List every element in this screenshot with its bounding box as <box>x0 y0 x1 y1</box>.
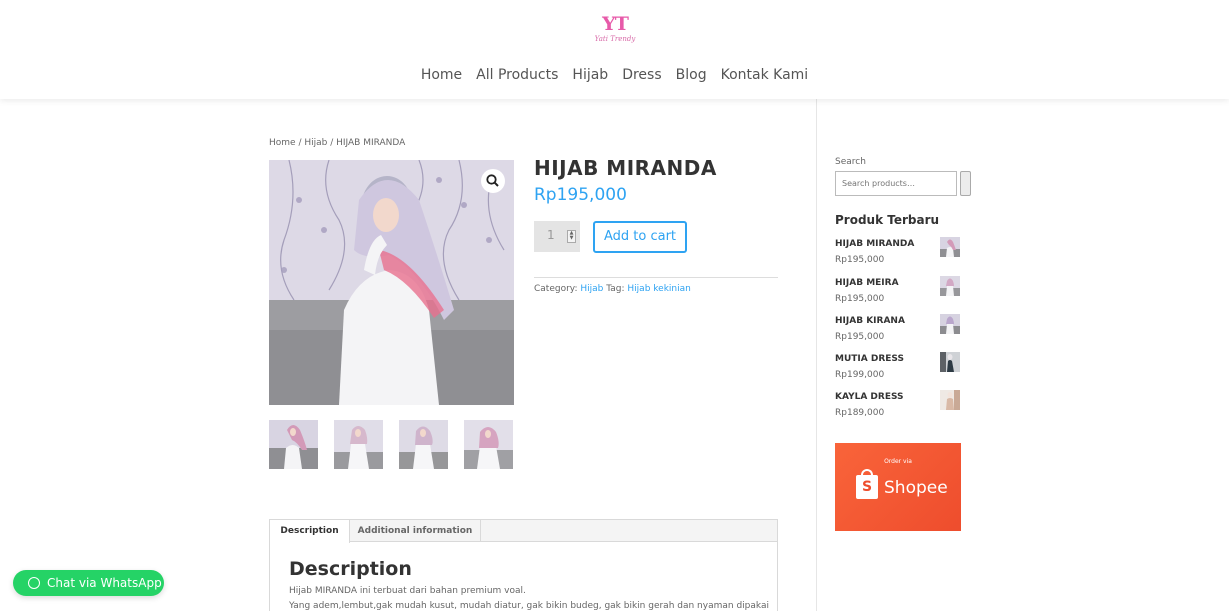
gallery-thumbnail[interactable] <box>269 420 318 469</box>
description-text: Yang adem,lembut,gak mudah kusut, mudah … <box>289 601 769 611</box>
tab-description[interactable]: Description <box>270 520 350 543</box>
thumbnail-image <box>399 420 448 469</box>
recent-product-thumbnail[interactable] <box>940 276 960 296</box>
shopee-wordmark: Shopee <box>884 478 948 498</box>
quantity-value: 1 <box>547 228 555 242</box>
search-button[interactable] <box>960 171 971 196</box>
nav-blog[interactable]: Blog <box>676 64 707 86</box>
recent-product-thumbnail[interactable] <box>940 314 960 334</box>
tab-additional-information[interactable]: Additional information <box>350 520 481 542</box>
recent-product-thumbnail[interactable] <box>940 352 960 372</box>
thumbnail-image <box>940 237 960 257</box>
recent-product-name[interactable]: HIJAB MIRANDA <box>835 239 914 249</box>
recent-product-price: Rp199,000 <box>835 370 885 380</box>
whatsapp-label: Chat via WhatsApp <box>47 576 162 590</box>
logo-subtitle: Yati Trendy <box>594 35 636 43</box>
nav-hijab[interactable]: Hijab <box>572 64 608 86</box>
recent-product-item[interactable]: KAYLA DRESS Rp189,000 <box>835 390 961 426</box>
nav-home[interactable]: Home <box>421 64 462 86</box>
whatsapp-icon <box>28 577 40 589</box>
summary-divider <box>534 277 778 278</box>
description-heading: Description <box>289 558 412 580</box>
product-photo <box>269 160 514 405</box>
description-text: Hijab MIRANDA ini terbuat dari bahan pre… <box>289 586 526 596</box>
product-price: Rp195,000 <box>534 185 627 205</box>
magnifier-icon[interactable] <box>481 169 505 193</box>
thumbnail-image <box>940 390 960 410</box>
main-nav: Home All Products Hijab Dress Blog Konta… <box>0 64 1229 86</box>
nav-all-products[interactable]: All Products <box>476 64 558 86</box>
tag-link[interactable]: Hijab kekinian <box>627 284 690 294</box>
recent-product-price: Rp189,000 <box>835 408 885 418</box>
breadcrumb[interactable]: Home / Hijab / HIJAB MIRANDA <box>269 138 405 148</box>
tag-label: Tag: <box>606 284 625 294</box>
gallery-thumbnail[interactable] <box>334 420 383 469</box>
site-logo[interactable]: YT Yati Trendy <box>594 14 636 48</box>
shopee-order-via: Order via <box>884 458 912 465</box>
product-title: HIJAB MIRANDA <box>534 156 717 180</box>
recent-product-name[interactable]: HIJAB MEIRA <box>835 278 899 288</box>
recent-product-price: Rp195,000 <box>835 294 885 304</box>
add-to-cart-button[interactable]: Add to cart <box>593 221 687 253</box>
shopee-s-glyph: S <box>861 479 873 495</box>
recent-product-name[interactable]: KAYLA DRESS <box>835 392 904 402</box>
recent-product-name[interactable]: MUTIA DRESS <box>835 354 904 364</box>
recent-product-price: Rp195,000 <box>835 332 885 342</box>
recent-products-title: Produk Terbaru <box>835 213 940 227</box>
thumbnail-image <box>940 276 960 296</box>
recent-product-item[interactable]: HIJAB KIRANA Rp195,000 <box>835 314 961 350</box>
recent-product-item[interactable]: HIJAB MIRANDA Rp195,000 <box>835 237 961 273</box>
nav-kontak-kami[interactable]: Kontak Kami <box>721 64 809 86</box>
thumbnail-image <box>940 352 960 372</box>
zoom-icon-glyph <box>486 174 499 187</box>
thumbnail-image <box>269 420 318 469</box>
recent-product-name[interactable]: HIJAB KIRANA <box>835 316 905 326</box>
logo-mark: YT <box>602 13 629 35</box>
recent-product-item[interactable]: MUTIA DRESS Rp199,000 <box>835 352 961 388</box>
search-input[interactable] <box>835 171 957 196</box>
product-meta: Category: Hijab Tag: Hijab kekinian <box>534 284 691 294</box>
nav-dress[interactable]: Dress <box>622 64 661 86</box>
thumbnail-image <box>464 420 513 469</box>
recent-product-price: Rp195,000 <box>835 255 885 265</box>
category-label: Category: <box>534 284 578 294</box>
site-header: YT Yati Trendy Home All Products Hijab D… <box>0 0 1229 99</box>
sidebar-divider <box>816 99 817 611</box>
whatsapp-chat-button[interactable]: Chat via WhatsApp <box>13 570 164 596</box>
shopee-banner[interactable]: Order via S Shopee <box>835 443 961 531</box>
search-label: Search <box>835 157 866 167</box>
product-main-image[interactable] <box>269 160 514 405</box>
tabs-bar: Description Additional information <box>270 520 777 543</box>
category-link[interactable]: Hijab <box>580 284 603 294</box>
gallery-thumbnail[interactable] <box>464 420 513 469</box>
thumbnail-image <box>334 420 383 469</box>
recent-product-item[interactable]: HIJAB MEIRA Rp195,000 <box>835 276 961 312</box>
recent-product-thumbnail[interactable] <box>940 390 960 410</box>
product-tabs: Description Additional information Descr… <box>269 519 778 611</box>
recent-product-thumbnail[interactable] <box>940 237 960 257</box>
quantity-stepper[interactable]: 1 ▲ ▼ <box>534 221 580 252</box>
thumbnail-image <box>940 314 960 334</box>
gallery-thumbnail[interactable] <box>399 420 448 469</box>
breadcrumb-text: Home / Hijab / HIJAB MIRANDA <box>269 138 406 148</box>
spinner-arrows-icon[interactable]: ▲ ▼ <box>567 230 576 243</box>
